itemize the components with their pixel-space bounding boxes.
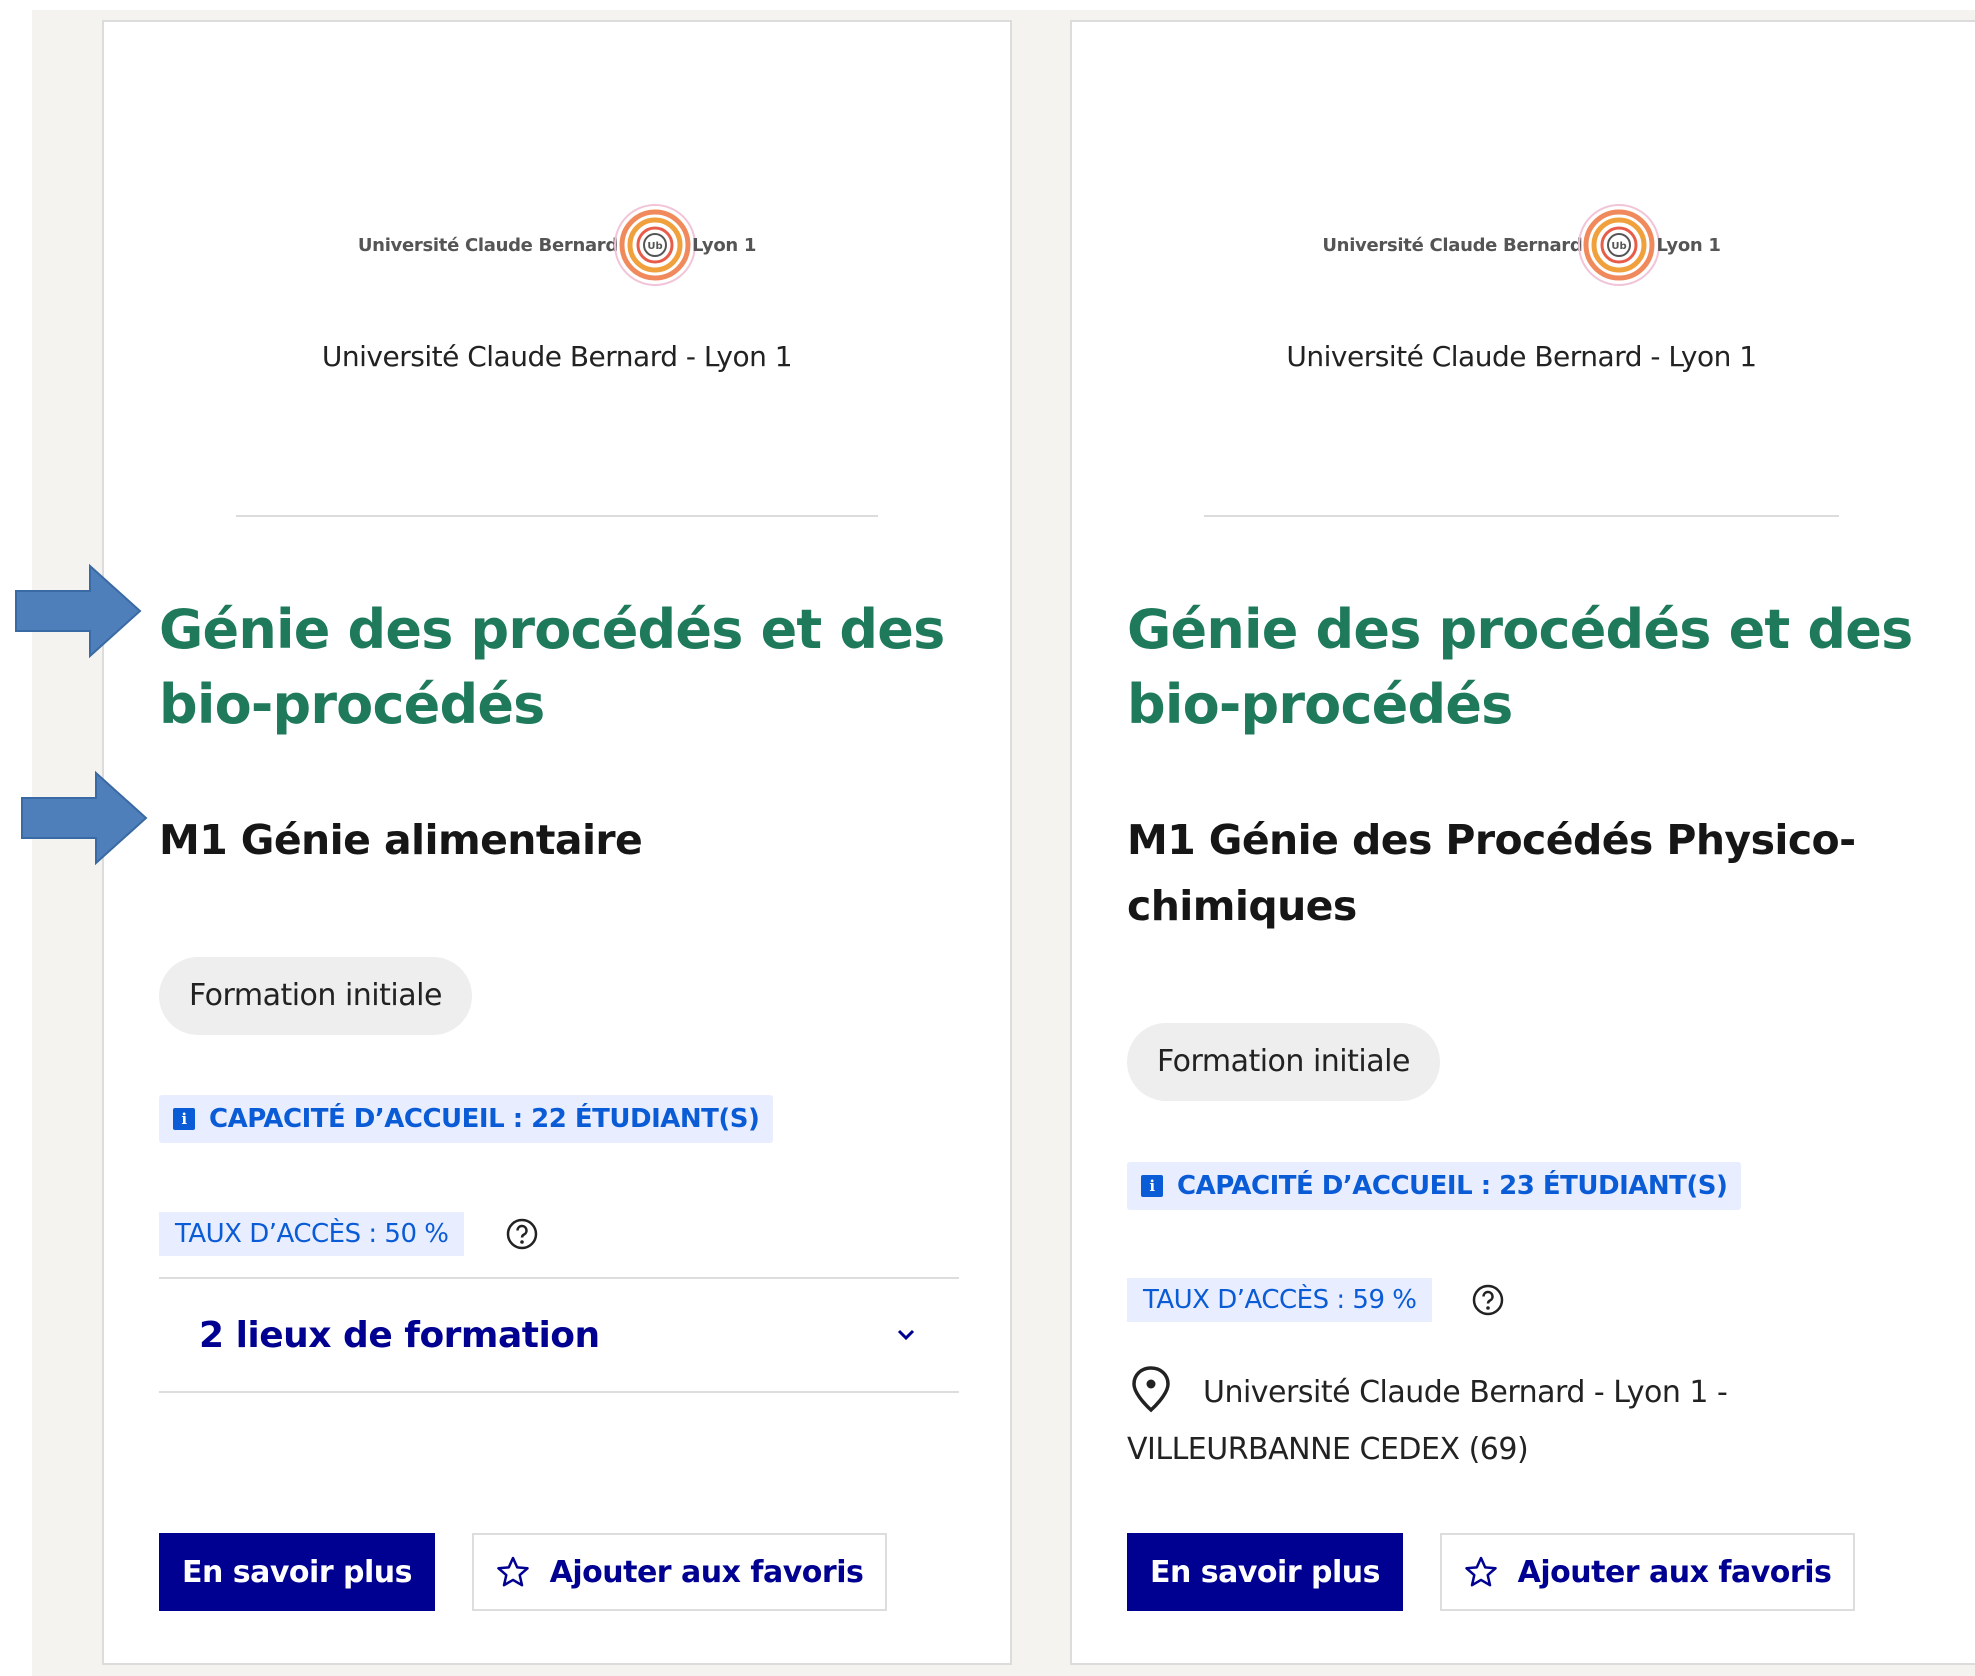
info-icon: i (173, 1108, 195, 1130)
star-icon (1464, 1556, 1497, 1587)
logo-text-left: Université Claude Bernard (1322, 234, 1583, 256)
chevron-down-icon (897, 1329, 915, 1341)
university-name: Université Claude Bernard - Lyon 1 (321, 340, 793, 373)
more-info-button[interactable]: En savoir plus (159, 1533, 435, 1611)
add-favorite-button[interactable]: Ajouter aux favoris (472, 1533, 887, 1611)
capacity-badge: i CAPACITÉ D’ACCUEIL : 23 ÉTUDIANT(S) (1127, 1162, 1742, 1210)
info-icon: i (1141, 1175, 1163, 1197)
svg-text:Ub: Ub (1612, 241, 1627, 252)
university-logo: Université Claude Bernard Ub Lyon 1 (1072, 190, 1971, 300)
logo-text-left: Université Claude Bernard (357, 234, 618, 256)
star-icon (496, 1556, 529, 1587)
address-text: Université Claude Bernard - Lyon 1 - VIL… (1127, 1375, 1728, 1467)
formation-card: Université Claude Bernard Ub Lyon 1 Univ… (102, 20, 1012, 1665)
add-favorite-label: Ajouter aux favoris (549, 1554, 864, 1590)
annotation-arrow-icon (15, 563, 142, 659)
svg-text:Ub: Ub (647, 241, 662, 252)
divider (236, 515, 878, 517)
university-logo: Université Claude Bernard Ub Lyon 1 (104, 190, 1010, 300)
locations-accordion[interactable]: 2 lieux de formation (159, 1277, 959, 1393)
access-rate-badge: TAUX D’ACCÈS : 50 % (159, 1212, 465, 1256)
location-address: Université Claude Bernard - Lyon 1 - VIL… (1127, 1364, 1927, 1478)
formation-type-tag: Formation initiale (1127, 1023, 1440, 1101)
formation-type-tag: Formation initiale (159, 957, 472, 1035)
formation-mention-title: M1 Génie alimentaire (159, 816, 643, 864)
locations-label: 2 lieux de formation (199, 1314, 600, 1356)
add-favorite-button[interactable]: Ajouter aux favoris (1440, 1533, 1855, 1611)
question-circle-icon[interactable] (504, 1216, 540, 1252)
capacity-label: CAPACITÉ D’ACCUEIL : 22 ÉTUDIANT(S) (209, 1104, 760, 1134)
formation-card: Université Claude Bernard Ub Lyon 1 Univ… (1070, 20, 1975, 1665)
question-circle-icon[interactable] (1470, 1282, 1506, 1318)
logo-text-right: Lyon 1 (1656, 234, 1721, 256)
access-rate-badge: TAUX D’ACCÈS : 59 % (1127, 1278, 1433, 1322)
map-pin-icon (1132, 1366, 1170, 1413)
ucbl-spiral-logo-icon: Ub (1578, 204, 1661, 286)
formation-domain-title: Génie des procédés et des bio-procédés (1127, 598, 1913, 736)
ucbl-spiral-logo-icon: Ub (613, 204, 696, 286)
capacity-label: CAPACITÉ D’ACCUEIL : 23 ÉTUDIANT(S) (1177, 1171, 1728, 1201)
annotation-arrow-icon (21, 770, 148, 866)
divider (1204, 515, 1839, 517)
formation-domain-title: Génie des procédés et des bio-procédés (159, 598, 945, 736)
logo-text-right: Lyon 1 (691, 234, 757, 256)
capacity-badge: i CAPACITÉ D’ACCUEIL : 22 ÉTUDIANT(S) (159, 1095, 774, 1143)
university-name: Université Claude Bernard - Lyon 1 (1286, 340, 1757, 373)
add-favorite-label: Ajouter aux favoris (1517, 1554, 1832, 1590)
more-info-button[interactable]: En savoir plus (1127, 1533, 1403, 1611)
formation-mention-title: M1 Génie des Procédés Physico-chimiques (1127, 816, 1856, 930)
